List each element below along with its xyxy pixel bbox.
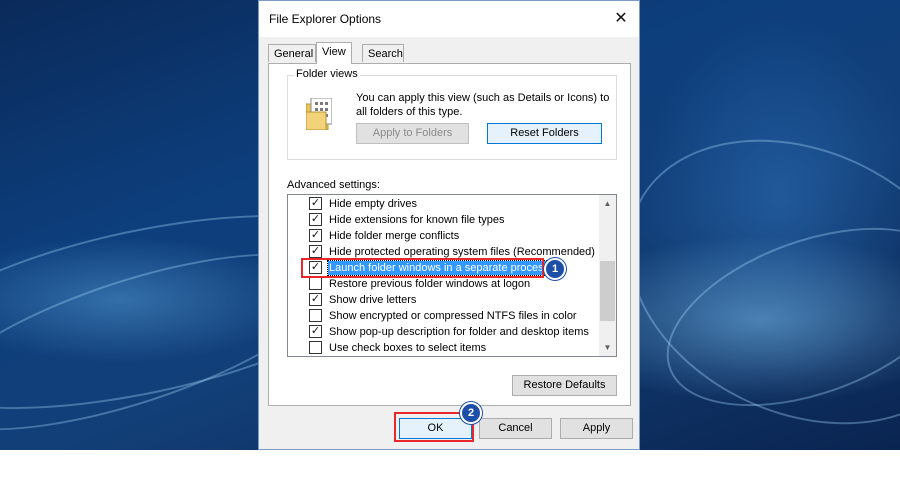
list-item[interactable]: ✓ Hide folder merge conflicts bbox=[288, 228, 598, 244]
list-item[interactable]: Show encrypted or compressed NTFS files … bbox=[288, 308, 598, 324]
tab-view[interactable]: View bbox=[316, 42, 352, 64]
scroll-down-icon[interactable]: ▼ bbox=[599, 339, 616, 356]
checkbox[interactable]: ✓ bbox=[309, 229, 322, 242]
folder-views-label: Folder views bbox=[294, 68, 360, 80]
list-item-label: Show drive letters bbox=[329, 294, 417, 306]
list-item-label: Restore previous folder windows at logon bbox=[329, 278, 531, 290]
cancel-button[interactable]: Cancel bbox=[479, 418, 552, 439]
list-item[interactable]: ✓ Hide empty drives bbox=[288, 196, 598, 212]
reset-folders-button[interactable]: Reset Folders bbox=[487, 123, 602, 144]
list-item[interactable]: ✓ Show pop-up description for folder and… bbox=[288, 324, 598, 340]
title-bar[interactable]: File Explorer Options ✕ bbox=[259, 1, 639, 37]
folder-views-group: Folder views You can apply this view (su… bbox=[287, 68, 617, 160]
apply-to-folders-button[interactable]: Apply to Folders bbox=[356, 123, 469, 144]
tab-search[interactable]: Search bbox=[362, 44, 404, 62]
checkbox[interactable]: ✓ bbox=[309, 197, 322, 210]
list-item[interactable]: ✓ Show drive letters bbox=[288, 292, 598, 308]
list-item-label: Show encrypted or compressed NTFS files … bbox=[329, 310, 577, 322]
tab-general[interactable]: General bbox=[268, 44, 316, 62]
highlight-box-launch-folder bbox=[301, 258, 544, 278]
restore-defaults-button[interactable]: Restore Defaults bbox=[512, 375, 617, 396]
checkbox[interactable] bbox=[309, 341, 322, 354]
file-explorer-options-dialog: File Explorer Options ✕ General View Sea… bbox=[258, 0, 640, 450]
step-badge-2: 2 bbox=[460, 402, 482, 424]
view-tab-panel: Folder views You can apply this view (su… bbox=[268, 63, 631, 406]
list-item[interactable]: ✓ Hide extensions for known file types bbox=[288, 212, 598, 228]
list-item-label: Hide protected operating system files (R… bbox=[329, 246, 595, 258]
list-item-label: Use check boxes to select items bbox=[329, 342, 487, 354]
scroll-up-icon[interactable]: ▲ bbox=[599, 195, 616, 212]
scrollbar-thumb[interactable] bbox=[600, 261, 615, 321]
folder-view-icon bbox=[306, 98, 332, 130]
list-item[interactable]: Use check boxes to select items bbox=[288, 340, 598, 356]
checkbox[interactable]: ✓ bbox=[309, 213, 322, 226]
window-title: File Explorer Options bbox=[269, 12, 382, 26]
folder-views-description: You can apply this view (such as Details… bbox=[356, 92, 610, 118]
checkbox[interactable]: ✓ bbox=[309, 293, 322, 306]
list-item-label: Hide extensions for known file types bbox=[329, 214, 505, 226]
close-icon[interactable]: ✕ bbox=[611, 9, 631, 29]
step-badge-1: 1 bbox=[544, 258, 566, 280]
list-item-label: Hide folder merge conflicts bbox=[329, 230, 460, 242]
checkbox[interactable]: ✓ bbox=[309, 325, 322, 338]
list-item-label: Hide empty drives bbox=[329, 198, 418, 210]
checkbox[interactable] bbox=[309, 277, 322, 290]
vertical-scrollbar[interactable]: ▲ ▼ bbox=[599, 195, 616, 356]
list-item-label: Show pop-up description for folder and d… bbox=[329, 326, 589, 338]
checkbox[interactable]: ✓ bbox=[309, 245, 322, 258]
advanced-settings-label: Advanced settings: bbox=[287, 179, 380, 191]
apply-button[interactable]: Apply bbox=[560, 418, 633, 439]
checkbox[interactable] bbox=[309, 309, 322, 322]
